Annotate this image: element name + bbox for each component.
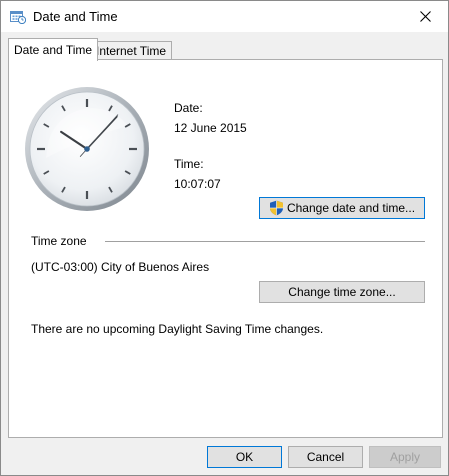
apply-button[interactable]: Apply <box>369 446 441 468</box>
analog-clock <box>25 87 149 211</box>
dst-note: There are no upcoming Daylight Saving Ti… <box>31 322 324 336</box>
time-value: 10:07:07 <box>174 177 221 191</box>
button-label: Change time zone... <box>288 285 396 299</box>
button-label: OK <box>235 450 254 464</box>
close-icon <box>419 11 431 22</box>
date-time-dialog: Date and Time Date and Time Internet Tim… <box>0 0 449 476</box>
time-zone-divider <box>105 241 425 242</box>
change-time-zone-button[interactable]: Change time zone... <box>259 281 425 303</box>
calendar-clock-icon <box>10 10 27 25</box>
tab-label: Date and Time <box>14 43 93 57</box>
uac-shield-icon <box>269 200 283 216</box>
title-bar: Date and Time <box>1 1 448 32</box>
button-label: Cancel <box>306 450 345 464</box>
tab-date-and-time[interactable]: Date and Time <box>8 38 99 61</box>
window-title: Date and Time <box>33 9 118 24</box>
button-label: Change date and time... <box>286 201 416 215</box>
ok-button[interactable]: OK <box>207 446 282 468</box>
cancel-button[interactable]: Cancel <box>288 446 363 468</box>
date-value: 12 June 2015 <box>174 121 247 135</box>
date-label: Date: <box>174 101 203 115</box>
clock-center <box>84 146 90 152</box>
tab-internet-time[interactable]: Internet Time <box>90 41 173 61</box>
button-label: Apply <box>389 450 421 464</box>
change-date-time-button[interactable]: Change date and time... <box>259 197 425 219</box>
tab-panel: Date: 12 June 2015 Time: 10:07:07 Change… <box>8 59 443 438</box>
time-zone-value: (UTC-03:00) City of Buenos Aires <box>31 260 210 274</box>
time-zone-heading: Time zone <box>31 234 87 248</box>
tab-label: Internet Time <box>96 44 167 58</box>
time-label: Time: <box>174 157 204 171</box>
close-button[interactable] <box>402 1 448 32</box>
